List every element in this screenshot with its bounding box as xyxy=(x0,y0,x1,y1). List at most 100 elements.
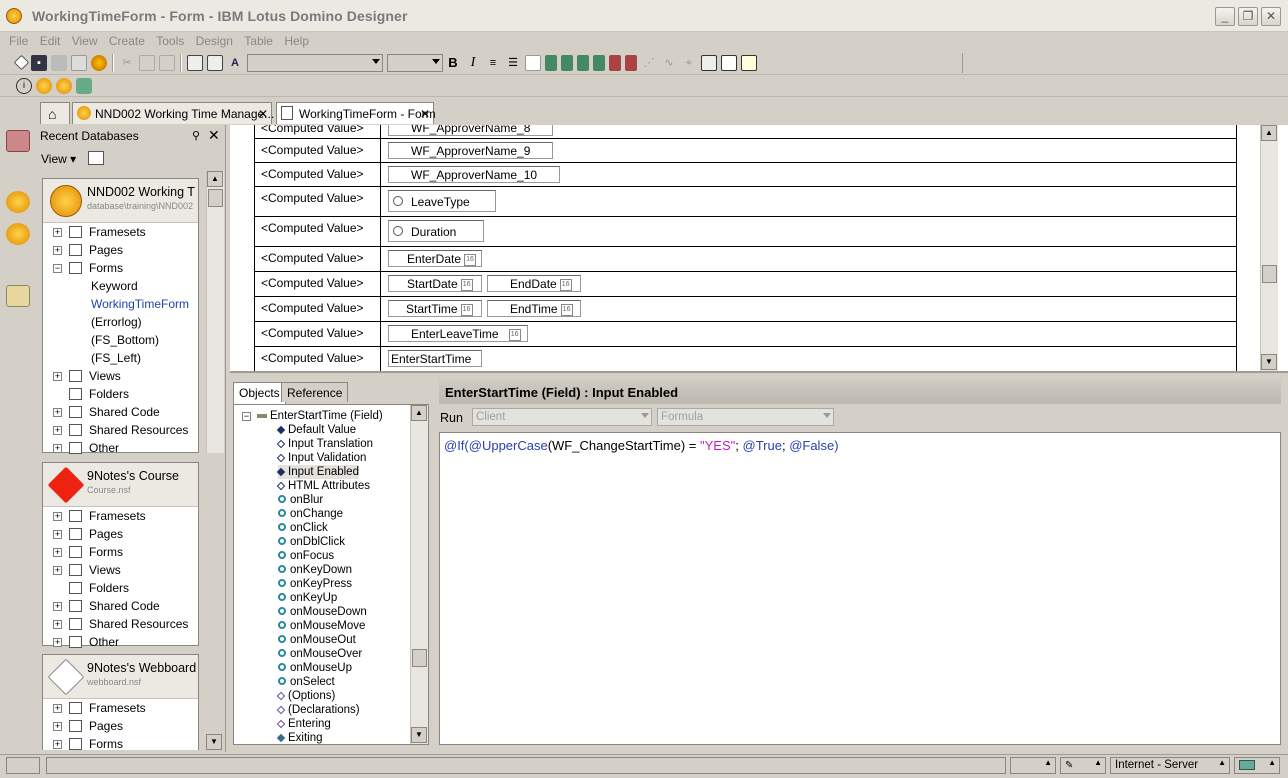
scroll-up-button[interactable]: ▲ xyxy=(411,405,427,421)
mail-status[interactable]: ▲ xyxy=(1234,757,1280,774)
align-icon[interactable]: ≡ xyxy=(485,55,501,71)
tree-item-errorlog[interactable]: (Errorlog) xyxy=(43,313,198,331)
tree-root-field[interactable]: − EnterStartTime (Field) xyxy=(242,409,383,423)
field-approver-10[interactable]: WF_ApproverName_10 xyxy=(388,166,560,183)
object-input-translation[interactable]: Input Translation xyxy=(276,437,373,451)
field-duration[interactable]: Duration xyxy=(388,220,484,242)
tree-item-forms[interactable]: − Forms xyxy=(43,259,198,277)
folder-bookmark-icon[interactable] xyxy=(6,285,30,307)
spacing-icon[interactable]: ☰ xyxy=(505,55,521,71)
layout-icon[interactable] xyxy=(721,54,737,71)
tree-item-workingtimeform[interactable]: WorkingTimeForm xyxy=(43,295,198,313)
menu-view[interactable]: View xyxy=(68,32,102,50)
object-declarations[interactable]: (Declarations) xyxy=(276,703,360,717)
field-approver-9[interactable]: WF_ApproverName_9 xyxy=(388,142,553,159)
tree-item-folders[interactable]: Folders xyxy=(43,579,198,597)
new-folder-icon[interactable] xyxy=(88,151,104,165)
object-onmouseover[interactable]: onMouseOver xyxy=(278,647,362,661)
tab-home[interactable]: ⌂ xyxy=(40,102,70,124)
spell-check-icon[interactable]: A xyxy=(227,55,243,71)
scroll-up-button[interactable]: ▲ xyxy=(207,171,223,187)
object-ondblclick[interactable]: onDblClick xyxy=(278,535,345,549)
object-onmousedown[interactable]: onMouseDown xyxy=(278,605,367,619)
italic-icon[interactable]: I xyxy=(465,55,481,71)
run-target-select[interactable]: Client xyxy=(472,408,652,426)
table-row[interactable]: <Computed Value> LeaveType xyxy=(254,187,1237,217)
database-header[interactable]: 9Notes's Course Course.nsf xyxy=(43,463,198,507)
tree-item-views[interactable]: + Views xyxy=(43,561,198,579)
tree-item-pages[interactable]: + Pages xyxy=(43,241,198,259)
object-onselect[interactable]: onSelect xyxy=(278,675,335,689)
formula-code[interactable]: @If(@UpperCase(WF_ChangeStartTime) = "YE… xyxy=(444,438,839,453)
object-input-validation[interactable]: Input Validation xyxy=(276,451,366,465)
tree-item-shared-resources[interactable]: + Shared Resources xyxy=(43,615,198,633)
object-default-value[interactable]: Default Value xyxy=(276,423,356,437)
design-pane-icon[interactable] xyxy=(701,54,717,71)
object-onkeydown[interactable]: onKeyDown xyxy=(278,563,352,577)
table-row[interactable]: <Computed Value> EnterLeaveTime 16 xyxy=(254,322,1237,347)
status-popup[interactable]: ▲ xyxy=(1010,757,1056,774)
domino-bookmark-icon[interactable] xyxy=(6,191,30,213)
language-select[interactable]: Formula xyxy=(657,408,834,426)
tree-item-pages[interactable]: + Pages xyxy=(43,717,198,735)
table-row[interactable]: <Computed Value> EnterDate 16 xyxy=(254,247,1237,272)
paste-icon[interactable] xyxy=(159,54,175,71)
tree-item-views[interactable]: + Views xyxy=(43,367,198,385)
tree-item-other[interactable]: + Other xyxy=(43,633,198,651)
form-scrollbar[interactable]: ▲ ▼ xyxy=(1260,125,1278,371)
object-input-enabled[interactable]: Input Enabled xyxy=(276,465,359,479)
preview-icon[interactable] xyxy=(71,54,87,71)
menu-design[interactable]: Design xyxy=(192,32,237,50)
copy-icon[interactable] xyxy=(139,54,155,71)
table-misc-icon[interactable]: ⋰ xyxy=(641,55,657,71)
table-row[interactable]: <Computed Value> StartDate 16 EndDate 16 xyxy=(254,272,1237,297)
table-misc3-icon[interactable]: ⌖ xyxy=(681,55,697,71)
field-endtime[interactable]: EndTime 16 xyxy=(487,300,581,317)
cut-icon[interactable]: ✂ xyxy=(119,55,135,71)
bookmark-book-icon[interactable] xyxy=(6,130,30,152)
close-window-button[interactable]: ✕ xyxy=(1261,7,1281,26)
object-entering[interactable]: Entering xyxy=(276,717,331,731)
tree-item-pages[interactable]: + Pages xyxy=(43,525,198,543)
menu-create[interactable]: Create xyxy=(105,32,149,50)
scroll-up-button[interactable]: ▲ xyxy=(1261,125,1277,141)
panel-scroll-down-button[interactable]: ▼ xyxy=(206,734,222,750)
field-starttime[interactable]: StartTime 16 xyxy=(388,300,482,317)
table-row[interactable]: <Computed Value> WF_ApproverName_9 xyxy=(254,139,1237,163)
table-row[interactable]: <Computed Value> WF_ApproverName_10 xyxy=(254,163,1237,187)
menu-table[interactable]: Table xyxy=(240,32,277,50)
field-approver-8[interactable]: WF_ApproverName_8 xyxy=(388,125,553,136)
database-header[interactable]: 9Notes's Webboard webboard.nsf xyxy=(43,655,198,699)
menu-file[interactable]: File xyxy=(5,32,32,50)
table-row[interactable]: <Computed Value> WF_ApproverName_8 xyxy=(254,125,1237,139)
tree-item-folders[interactable]: Folders xyxy=(43,385,198,403)
field-leavetype[interactable]: LeaveType xyxy=(388,190,496,212)
object-onkeypress[interactable]: onKeyPress xyxy=(278,577,352,591)
location-select[interactable]: Internet - Server ▲ xyxy=(1110,757,1230,774)
object-onkeyup[interactable]: onKeyUp xyxy=(278,591,337,605)
insert-column-icon[interactable] xyxy=(577,54,589,71)
scroll-down-button[interactable]: ▼ xyxy=(411,727,427,743)
design-icon[interactable] xyxy=(207,54,223,71)
object-html-attributes[interactable]: HTML Attributes xyxy=(276,479,370,493)
domino-icon[interactable] xyxy=(36,77,52,94)
tree-item-fs-left[interactable]: (FS_Left) xyxy=(43,349,198,367)
tab-database[interactable]: NND002 Working Time Manage... ✕ xyxy=(72,102,274,124)
object-onmousemove[interactable]: onMouseMove xyxy=(278,619,365,633)
object-onmouseout[interactable]: onMouseOut xyxy=(278,633,356,647)
object-onfocus[interactable]: onFocus xyxy=(278,549,334,563)
table-row[interactable]: <Computed Value> EnterStartTime xyxy=(254,347,1237,371)
signature-status[interactable]: ✎ ▲ xyxy=(1060,757,1106,774)
designer-bookmark-icon[interactable] xyxy=(6,223,30,245)
tab-form[interactable]: WorkingTimeForm - Form ✕ xyxy=(276,102,436,124)
tab-reference[interactable]: Reference xyxy=(281,382,349,402)
objects-scrollbar[interactable]: ▲ ▼ xyxy=(410,405,428,744)
object-onclick[interactable]: onClick xyxy=(278,521,328,535)
maximize-button[interactable]: ❐ xyxy=(1238,7,1258,26)
database-header[interactable]: NND002 Working T database\training\NND00… xyxy=(43,179,198,223)
close-panel-icon[interactable]: ✕ xyxy=(208,127,220,144)
insert-row-icon[interactable] xyxy=(545,54,557,71)
db1-scrollbar[interactable]: ▲ xyxy=(206,171,224,453)
object-onblur[interactable]: onBlur xyxy=(278,493,323,507)
info-icon[interactable]: i xyxy=(16,77,32,94)
